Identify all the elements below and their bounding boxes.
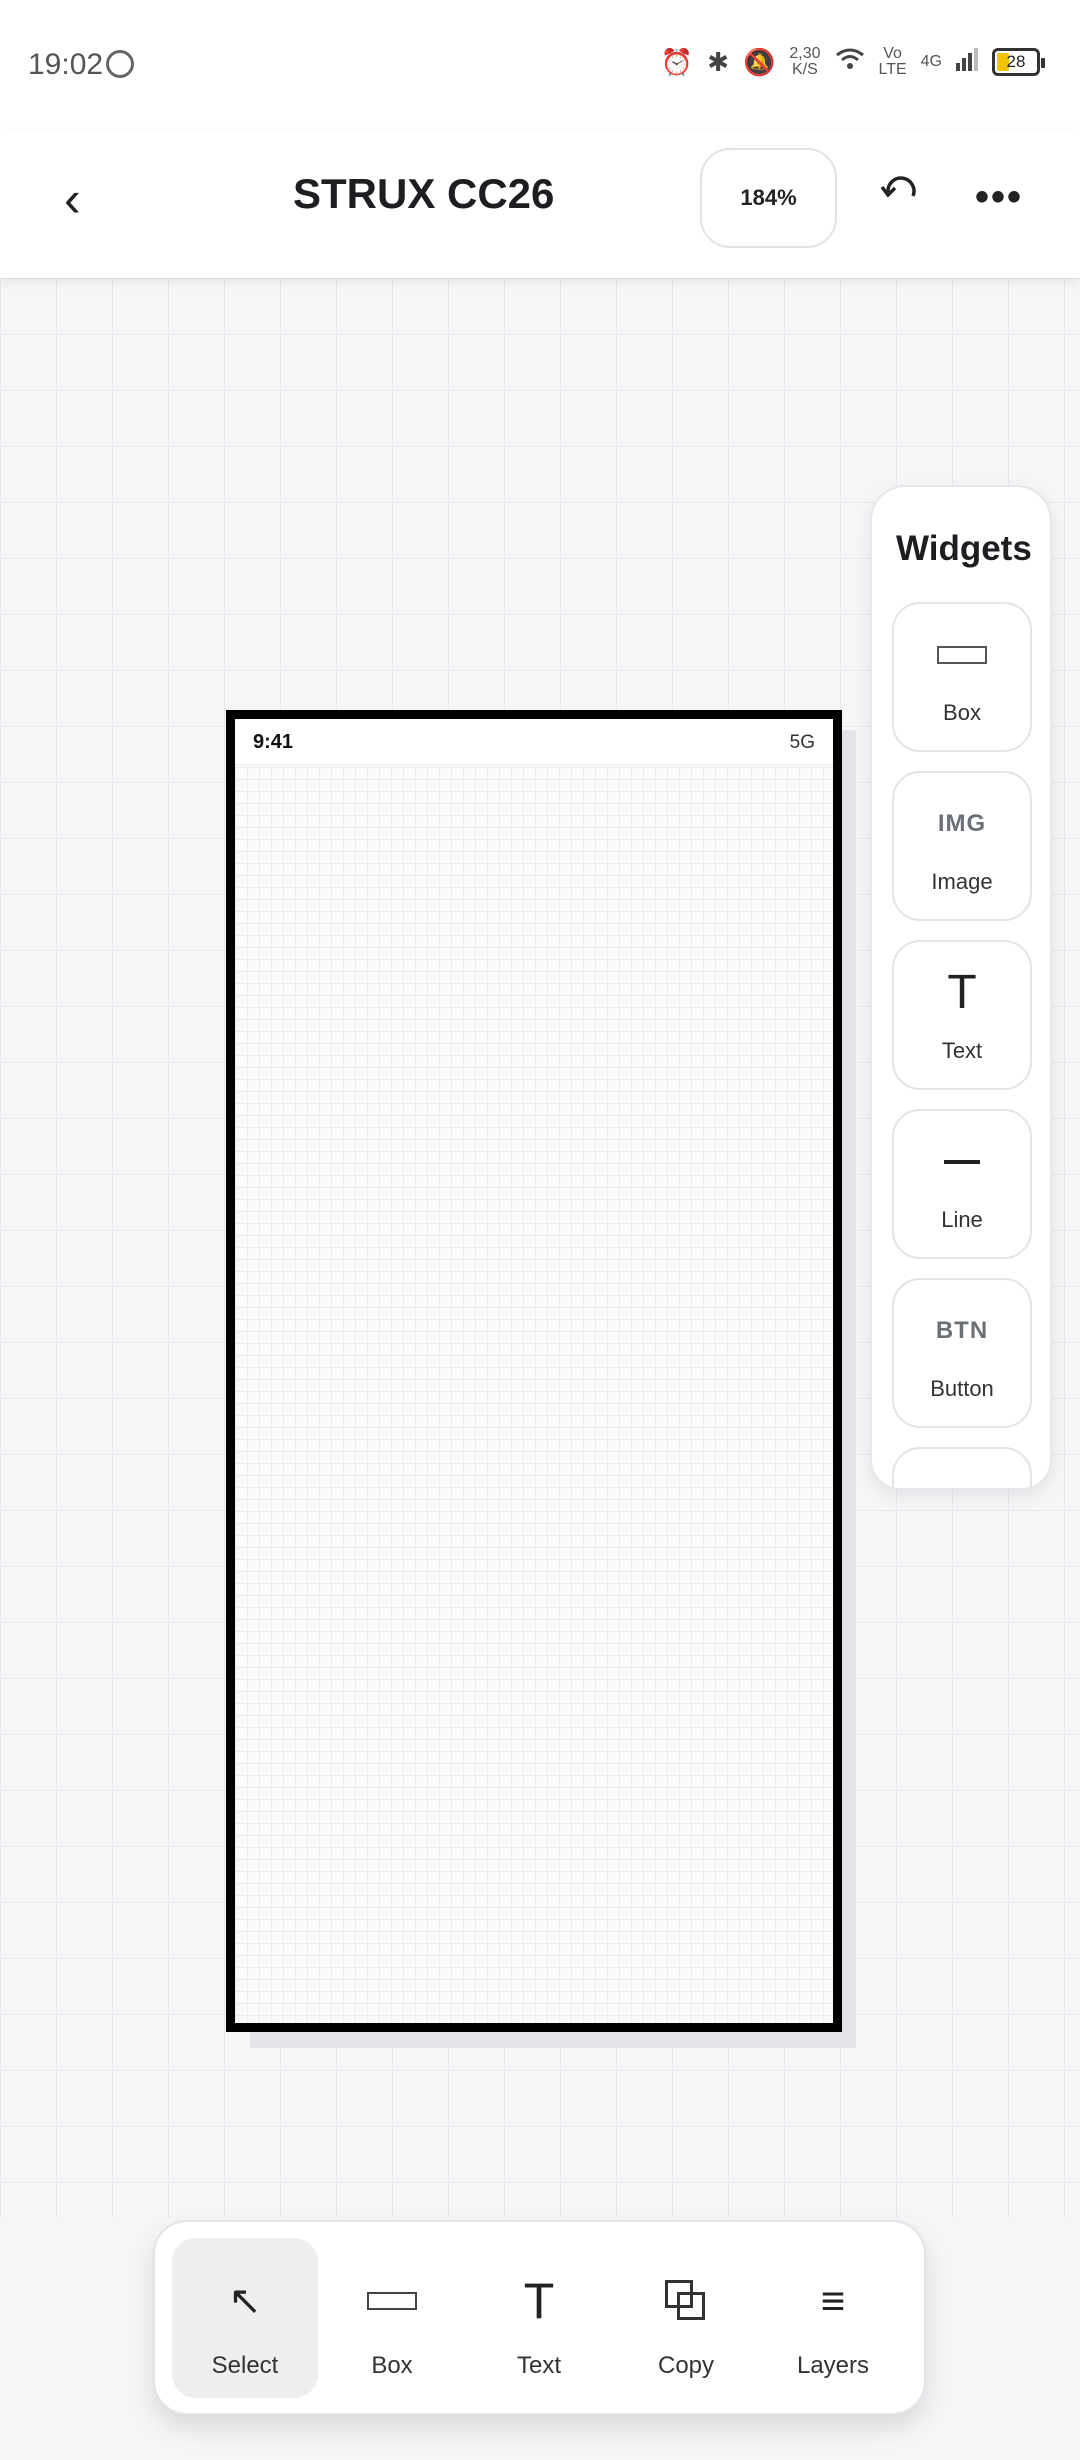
tool-box[interactable]: Box bbox=[319, 2238, 465, 2398]
tool-label: Text bbox=[516, 2352, 561, 2379]
network-speed: 2,30 K/S bbox=[789, 46, 820, 78]
widget-text[interactable]: T Text bbox=[892, 940, 1032, 1090]
back-button[interactable]: ‹ bbox=[64, 170, 81, 228]
widgets-panel: Widgets Box IMG Image T Text Line BTN Bu… bbox=[870, 485, 1052, 1490]
battery-level: 28 bbox=[1006, 52, 1026, 71]
device-time: 9:41 bbox=[253, 731, 294, 753]
network-speed-value: 2,30 bbox=[789, 45, 821, 62]
more-button[interactable]: ••• bbox=[975, 175, 1023, 220]
status-time: 19:02 bbox=[28, 48, 104, 81]
volte-bottom: LTE bbox=[878, 61, 907, 78]
widget-label: Text bbox=[941, 1038, 983, 1063]
button-icon: BTN bbox=[935, 1317, 989, 1344]
page-title: STRUX CC26 bbox=[293, 170, 555, 217]
widget-button[interactable]: BTN Button bbox=[892, 1278, 1032, 1428]
network-speed-unit: K/S bbox=[792, 61, 818, 78]
more-horizontal-icon: ••• bbox=[975, 175, 1024, 219]
tool-label: Layers bbox=[796, 2352, 870, 2379]
battery-icon: 28 bbox=[992, 48, 1045, 76]
widget-image[interactable]: IMG Image bbox=[892, 771, 1032, 921]
tool-label: Copy bbox=[657, 2352, 715, 2379]
alarm-icon: ⏰ bbox=[660, 46, 694, 77]
device-network: 5G bbox=[789, 732, 815, 753]
text-icon: T bbox=[947, 966, 977, 1019]
bottom-toolbar: ↖ Select Box T Text Copy ≡ Layers bbox=[153, 2220, 926, 2415]
tool-select[interactable]: ↖ Select bbox=[172, 2238, 318, 2398]
widget-line[interactable]: Line bbox=[892, 1109, 1032, 1259]
widget-input[interactable]: IN bbox=[892, 1447, 1032, 1488]
wifi-icon bbox=[835, 47, 865, 78]
undo-button[interactable] bbox=[880, 170, 920, 210]
tool-text[interactable]: T Text bbox=[466, 2238, 612, 2398]
widget-box[interactable]: Box bbox=[892, 602, 1032, 752]
widget-label: Box bbox=[943, 700, 981, 725]
tool-label: Box bbox=[371, 2352, 413, 2379]
system-status-bar: 19:02 ⏰ ✱ 🔕 2,30 K/S Vo LTE 4G 28 bbox=[0, 0, 1080, 130]
zoom-button[interactable]: 184% bbox=[700, 148, 837, 248]
device-frame[interactable]: 9:41 5G bbox=[226, 710, 842, 2032]
widget-label: Line bbox=[941, 1207, 983, 1232]
network-type: 4G bbox=[920, 53, 942, 70]
copy-icon bbox=[665, 2280, 707, 2322]
mute-icon: 🔕 bbox=[742, 46, 776, 77]
signal-icon bbox=[956, 47, 978, 78]
bluetooth-icon: ✱ bbox=[707, 46, 729, 77]
chevron-left-icon: ‹ bbox=[64, 171, 81, 227]
status-icons: ⏰ ✱ 🔕 2,30 K/S Vo LTE 4G 28 bbox=[660, 46, 1045, 78]
text-icon: T bbox=[523, 2273, 555, 2329]
layers-icon: ≡ bbox=[820, 2277, 846, 2324]
cursor-arrow-icon: ↖ bbox=[228, 2279, 262, 2323]
whatsapp-icon bbox=[106, 50, 134, 78]
tool-label: Select bbox=[211, 2352, 279, 2379]
tool-copy[interactable]: Copy bbox=[613, 2238, 759, 2398]
box-icon bbox=[937, 646, 987, 664]
input-icon: IN bbox=[949, 1486, 975, 1488]
widgets-title: Widgets bbox=[896, 529, 1032, 568]
image-icon: IMG bbox=[937, 810, 987, 837]
widget-label: Image bbox=[931, 869, 993, 894]
app-header: ‹ STRUX CC26 184% ••• bbox=[0, 130, 1080, 278]
line-icon bbox=[944, 1160, 980, 1164]
device-status-bar: 9:41 5G bbox=[235, 719, 833, 765]
undo-icon bbox=[880, 176, 916, 198]
app-root: 19:02 ⏰ ✱ 🔕 2,30 K/S Vo LTE 4G 28 ‹ STRU… bbox=[0, 0, 1080, 2460]
volte-indicator: Vo LTE bbox=[879, 46, 907, 78]
tool-layers[interactable]: ≡ Layers bbox=[760, 2238, 906, 2398]
volte-top: Vo bbox=[883, 45, 902, 62]
box-icon bbox=[367, 2292, 417, 2310]
widget-label: Button bbox=[930, 1376, 994, 1401]
